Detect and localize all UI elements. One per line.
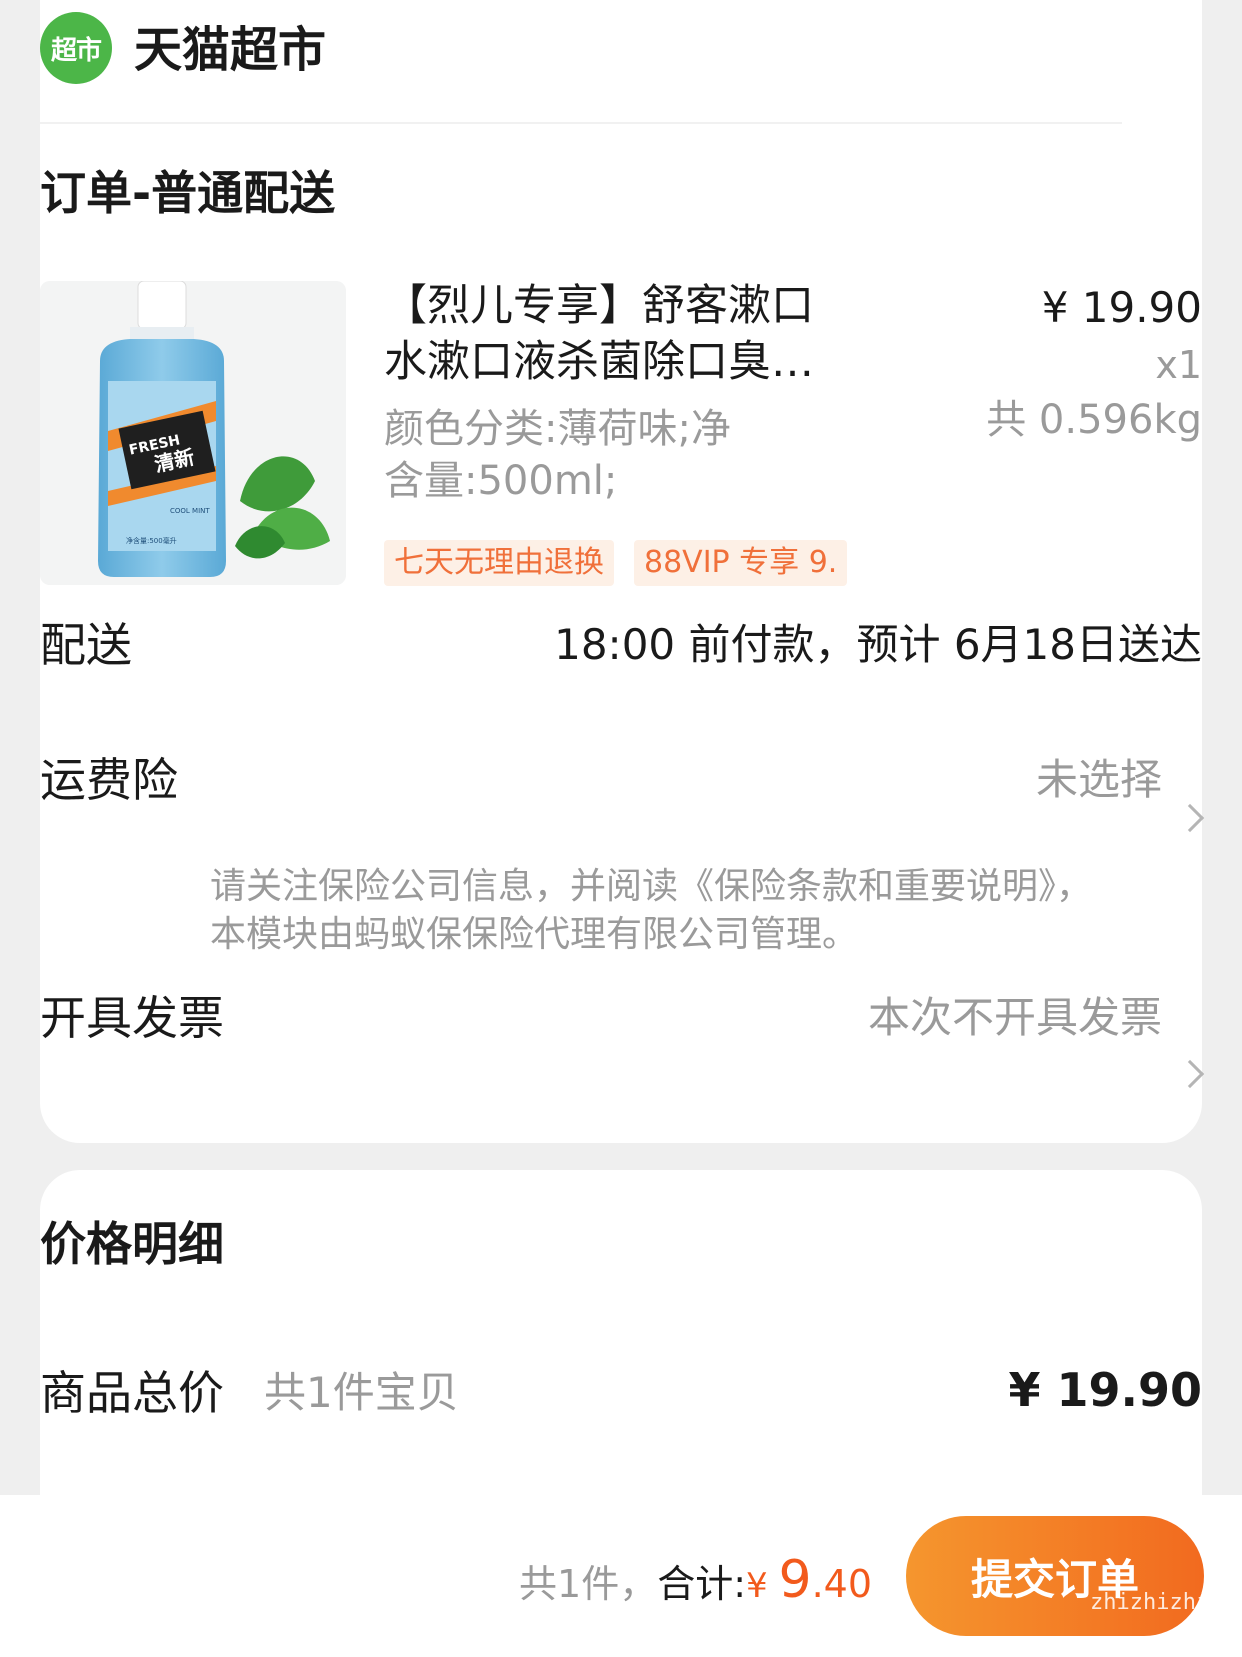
item-count: 共1件， — [519, 1562, 658, 1606]
shipping-insurance-label[interactable]: 运费险 — [40, 750, 178, 810]
price-detail-title: 价格明细 — [40, 1217, 224, 1271]
invoice-value[interactable]: 本次不开具发票 — [868, 988, 1162, 1048]
mouthwash-bottle-image: FRESH 清新 COOL MINT 净含量:500毫升 — [40, 281, 346, 585]
product-sku-line-2: 含量:500ml; — [384, 458, 618, 504]
goods-total-label: 商品总价 — [40, 1366, 224, 1420]
product-title-line-2: 水漱口液杀菌除口臭… — [384, 337, 814, 387]
goods-total-value: ¥ 19.90 — [1008, 1363, 1202, 1417]
tag-return-policy: 七天无理由退换 — [384, 540, 614, 586]
order-title: 订单-普通配送 — [40, 166, 336, 220]
product-price: ¥ 19.90 — [1041, 283, 1202, 332]
store-logo: 超市 — [40, 12, 112, 84]
product-image[interactable]: FRESH 清新 COOL MINT 净含量:500毫升 — [40, 281, 346, 585]
product-quantity: x1 — [1155, 343, 1202, 387]
total-amount-decimal: .40 — [811, 1562, 872, 1606]
product-sku-line-1: 颜色分类:薄荷味;净 — [384, 406, 731, 452]
total-amount-integer: 9 — [778, 1550, 812, 1610]
bottle-label-sub: COOL MINT — [170, 507, 210, 515]
goods-total-count: 共1件宝贝 — [264, 1368, 459, 1417]
currency-symbol: ¥ — [746, 1566, 779, 1606]
tag-88vip: 88VIP 专享 9. — [634, 540, 848, 586]
watermark: zhizhizhi.com — [1090, 1590, 1242, 1615]
total-label: 合计: — [657, 1562, 747, 1606]
store-name[interactable]: 天猫超市 — [134, 18, 326, 82]
bottle-volume: 净含量:500毫升 — [126, 536, 177, 545]
store-logo-text: 超市 — [50, 35, 102, 66]
delivery-value: 18:00 前付款，预计 6月18日送达 — [554, 620, 1202, 669]
divider — [40, 122, 1122, 124]
delivery-label: 配送 — [40, 618, 132, 672]
submit-order-button[interactable]: 提交订单 — [906, 1516, 1204, 1636]
product-weight: 共 0.596kg — [986, 397, 1202, 443]
product-tags: 七天无理由退换 88VIP 专享 9. — [384, 540, 858, 586]
product-sku: 颜色分类:薄荷味;净 含量:500ml; — [384, 403, 774, 507]
product-title-line-1: 【烈儿专享】舒客漱口 — [384, 281, 814, 331]
shipping-insurance-value[interactable]: 未选择 — [1036, 750, 1162, 810]
order-summary: 共1件，合计:¥ 9.40 — [519, 1545, 872, 1621]
insurance-note: 请关注保险公司信息，并阅读《保险条款和重要说明》，本模块由蚂蚁保保险代理有限公司… — [210, 866, 1093, 955]
invoice-label[interactable]: 开具发票 — [40, 988, 224, 1048]
product-title[interactable]: 【烈儿专享】舒客漱口 水漱口液杀菌除口臭… — [384, 278, 854, 390]
